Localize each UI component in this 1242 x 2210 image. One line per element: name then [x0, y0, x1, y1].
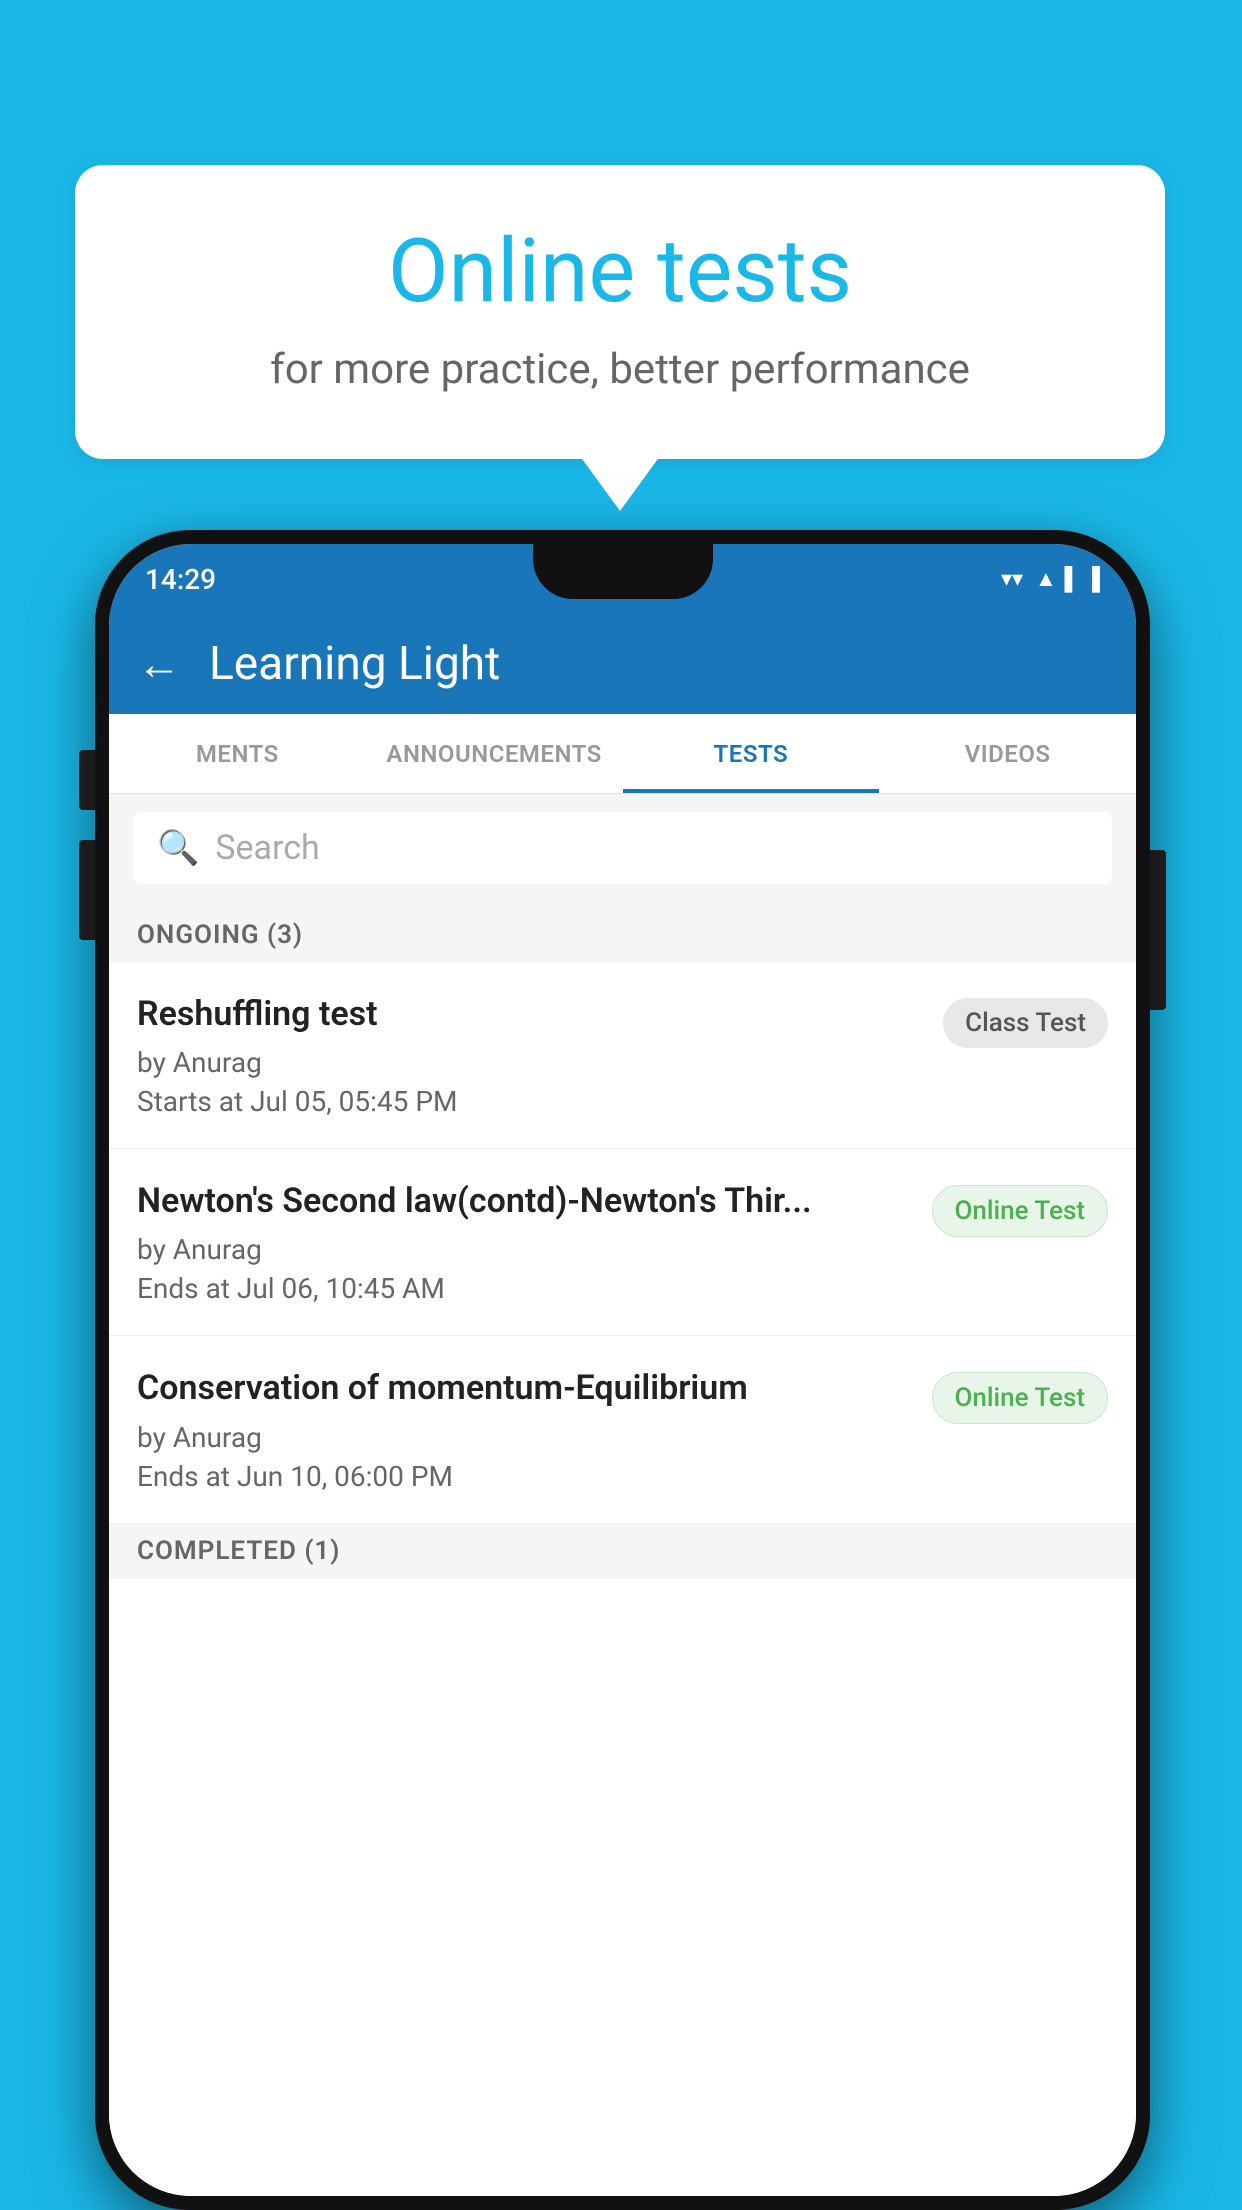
test-content-2: Newton's Second law(contd)-Newton's Thir… [137, 1179, 916, 1305]
app-title: Learning Light [209, 637, 500, 691]
volume-up-button [79, 750, 95, 810]
phone-mockup: 14:29 ▾▾ ▲▐ ▐ ← Learning Light MENTS ANN… [95, 530, 1150, 2210]
tabs-bar: MENTS ANNOUNCEMENTS TESTS VIDEOS [109, 714, 1136, 794]
test-name-3: Conservation of momentum-Equilibrium [137, 1366, 916, 1410]
search-placeholder: Search [215, 828, 319, 868]
bubble-title: Online tests [135, 220, 1105, 323]
test-item[interactable]: Newton's Second law(contd)-Newton's Thir… [109, 1149, 1136, 1336]
back-button[interactable]: ← [137, 638, 181, 690]
wifi-icon: ▾▾ [1001, 567, 1023, 592]
class-test-badge-1: Class Test [943, 998, 1108, 1048]
completed-section-bar: COMPLETED (1) [109, 1524, 1136, 1579]
test-by-1: by Anurag [137, 1046, 927, 1079]
online-test-badge-2: Online Test [932, 1185, 1109, 1237]
test-date-2: Ends at Jul 06, 10:45 AM [137, 1272, 916, 1305]
power-button [1150, 850, 1166, 1010]
phone-frame: 14:29 ▾▾ ▲▐ ▐ ← Learning Light MENTS ANN… [95, 530, 1150, 2210]
test-date-3: Ends at Jun 10, 06:00 PM [137, 1460, 916, 1493]
online-test-badge-3: Online Test [932, 1372, 1109, 1424]
tab-ments[interactable]: MENTS [109, 714, 366, 793]
ongoing-section-header: ONGOING (3) [109, 902, 1136, 962]
phone-screen: 14:29 ▾▾ ▲▐ ▐ ← Learning Light MENTS ANN… [109, 544, 1136, 2196]
ongoing-title: ONGOING (3) [137, 920, 303, 950]
search-icon: 🔍 [157, 828, 199, 868]
test-name-1: Reshuffling test [137, 992, 927, 1036]
test-content-1: Reshuffling test by Anurag Starts at Jul… [137, 992, 927, 1118]
tab-videos[interactable]: VIDEOS [879, 714, 1136, 793]
search-container: 🔍 Search [109, 794, 1136, 902]
test-item[interactable]: Conservation of momentum-Equilibrium by … [109, 1336, 1136, 1523]
notch [533, 544, 713, 599]
test-date-1: Starts at Jul 05, 05:45 PM [137, 1085, 927, 1118]
phone-content: 🔍 Search ONGOING (3) Reshuffling test by… [109, 794, 1136, 2196]
signal-icon: ▲▐ [1035, 566, 1072, 592]
app-bar: ← Learning Light [109, 614, 1136, 714]
volume-down-button [79, 840, 95, 940]
tab-announcements[interactable]: ANNOUNCEMENTS [366, 714, 623, 793]
test-by-3: by Anurag [137, 1421, 916, 1454]
search-bar[interactable]: 🔍 Search [133, 812, 1112, 884]
status-icons: ▾▾ ▲▐ ▐ [1001, 566, 1100, 592]
status-bar: 14:29 ▾▾ ▲▐ ▐ [109, 544, 1136, 614]
status-time: 14:29 [145, 563, 216, 596]
tab-tests[interactable]: TESTS [623, 714, 880, 793]
test-by-2: by Anurag [137, 1233, 916, 1266]
test-item[interactable]: Reshuffling test by Anurag Starts at Jul… [109, 962, 1136, 1149]
bubble-subtitle: for more practice, better performance [135, 345, 1105, 394]
promo-bubble: Online tests for more practice, better p… [75, 165, 1165, 459]
tests-list: Reshuffling test by Anurag Starts at Jul… [109, 962, 1136, 2196]
test-name-2: Newton's Second law(contd)-Newton's Thir… [137, 1179, 916, 1223]
completed-title: COMPLETED (1) [137, 1536, 340, 1566]
battery-icon: ▐ [1084, 566, 1100, 592]
test-content-3: Conservation of momentum-Equilibrium by … [137, 1366, 916, 1492]
